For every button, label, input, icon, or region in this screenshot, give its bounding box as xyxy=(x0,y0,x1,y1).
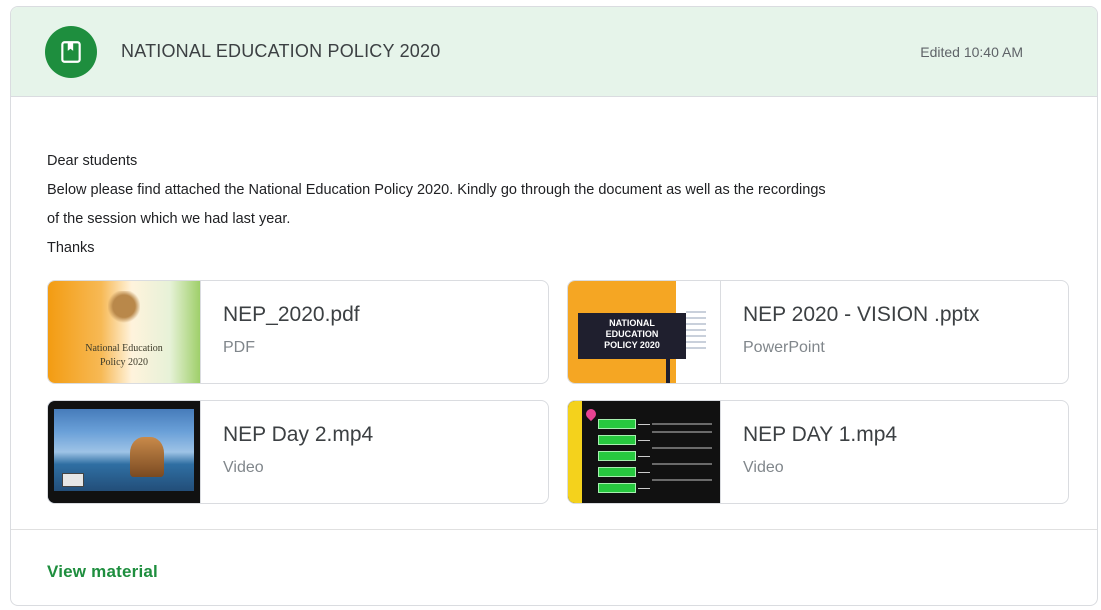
body-line: Thanks xyxy=(47,240,95,256)
attachment-name: NEP 2020 - VISION .pptx xyxy=(743,303,980,326)
footer-divider xyxy=(11,529,1097,530)
thumb-text-line xyxy=(652,479,712,481)
attachment-name: NEP DAY 1.mp4 xyxy=(743,423,898,446)
attachment-name: NEP Day 2.mp4 xyxy=(223,423,374,446)
attachment-type: Video xyxy=(223,459,264,476)
thumb-text: Policy 2020 xyxy=(99,357,149,368)
attachment-pptx[interactable]: NATIONAL EDUCATION POLICY 2020 NEP 2020 … xyxy=(567,280,1069,384)
attachments-grid: National Education Policy 2020 NEP_2020.… xyxy=(47,280,1069,504)
thumb-box xyxy=(598,483,636,493)
pptx-thumbnail: NATIONAL EDUCATION POLICY 2020 xyxy=(568,281,721,383)
thumb-text-line xyxy=(652,423,712,425)
thumb-text: NATIONAL xyxy=(609,318,655,328)
page-title: NATIONAL EDUCATION POLICY 2020 xyxy=(121,41,441,61)
thumb-line xyxy=(638,440,650,441)
thumb-text-line xyxy=(652,463,712,465)
thumb-text: National Education xyxy=(85,343,163,354)
emblem-icon xyxy=(108,291,140,329)
material-card: NATIONAL EDUCATION POLICY 2020 Edited 10… xyxy=(10,6,1098,606)
material-doc-icon xyxy=(45,25,97,78)
attachment-pdf[interactable]: National Education Policy 2020 NEP_2020.… xyxy=(47,280,549,384)
attachment-type: PowerPoint xyxy=(743,339,825,356)
edited-timestamp: Edited 10:40 AM xyxy=(920,43,1023,60)
body-line: of the session which we had last year. xyxy=(47,211,291,227)
attachment-info: NEP_2020.pdf PDF xyxy=(201,281,360,383)
thumb-line xyxy=(638,472,650,473)
slide-grid xyxy=(686,309,706,349)
view-material-link[interactable]: View material xyxy=(47,562,158,582)
thumb-line xyxy=(638,424,650,425)
thumb-box xyxy=(598,435,636,445)
body-line: Dear students xyxy=(47,153,138,169)
thumb-box xyxy=(598,451,636,461)
thumb-frame xyxy=(48,401,200,503)
thumb-text-line xyxy=(652,447,712,449)
slide-bar xyxy=(666,333,670,383)
thumb-text-line xyxy=(652,431,712,433)
announcement-body: Dear students Below please find attached… xyxy=(11,97,1097,263)
video-thumbnail xyxy=(48,401,201,503)
card-header[interactable]: NATIONAL EDUCATION POLICY 2020 Edited 10… xyxy=(11,7,1097,97)
thumb-side xyxy=(568,401,582,503)
thumb-line xyxy=(638,488,650,489)
attachment-video-day2[interactable]: NEP Day 2.mp4 Video xyxy=(47,400,549,504)
attachment-type: PDF xyxy=(223,339,255,356)
attachment-video-day1[interactable]: NEP DAY 1.mp4 Video xyxy=(567,400,1069,504)
body-line: Below please find attached the National … xyxy=(47,182,826,198)
attachment-name: NEP_2020.pdf xyxy=(223,303,360,326)
thumb-box xyxy=(598,467,636,477)
thumb-line xyxy=(638,456,650,457)
thumb-box xyxy=(598,419,636,429)
attachment-type: Video xyxy=(743,459,784,476)
video-thumbnail xyxy=(568,401,721,503)
pdf-thumbnail: National Education Policy 2020 xyxy=(48,281,201,383)
attachment-info: NEP Day 2.mp4 Video xyxy=(201,401,373,503)
attachment-info: NEP DAY 1.mp4 Video xyxy=(721,401,897,503)
map-pin-icon xyxy=(583,406,599,422)
attachment-info: NEP 2020 - VISION .pptx PowerPoint xyxy=(721,281,980,383)
